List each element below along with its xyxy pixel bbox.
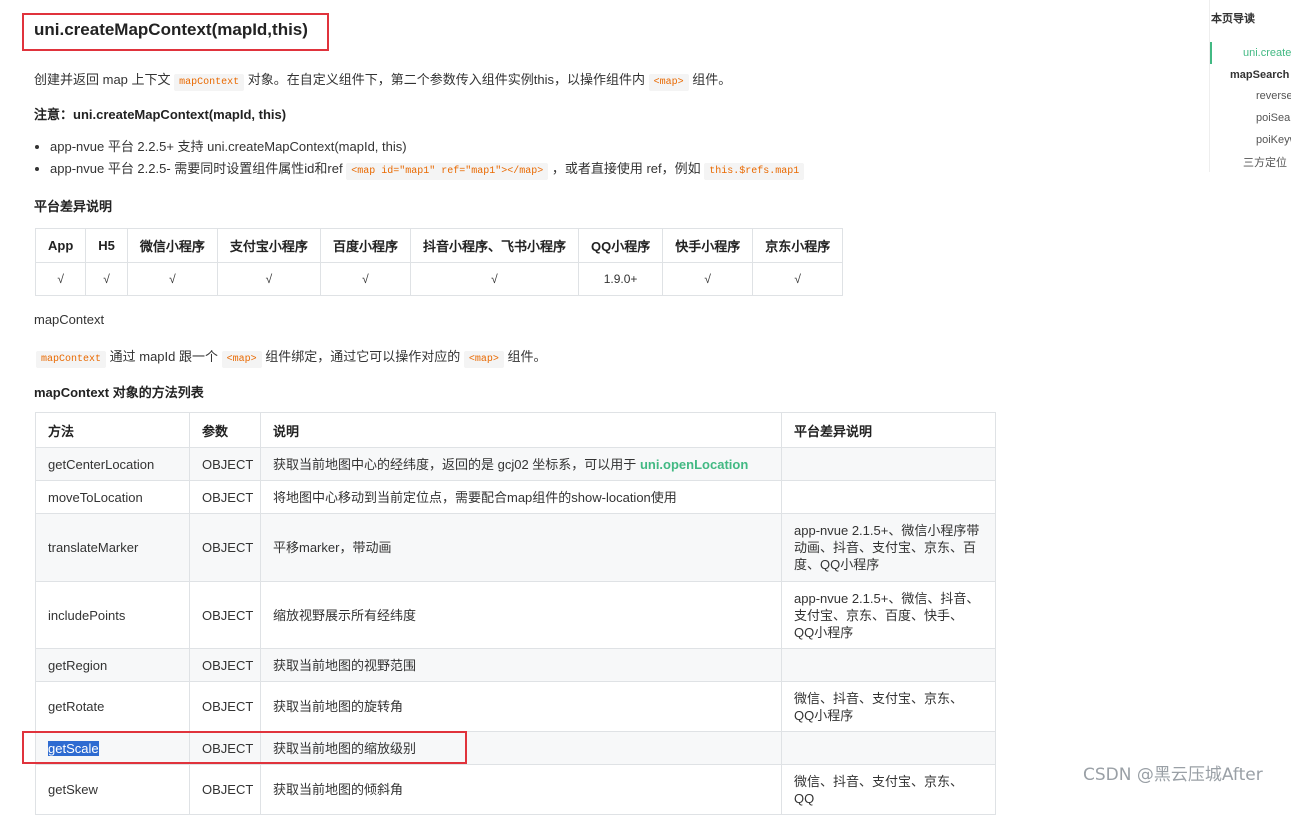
note-label: 注意： — [34, 107, 74, 122]
desc-text: 获取当前地图中心的经纬度，返回的是 gcj02 坐标系，可以用于 — [273, 456, 637, 472]
table-header-cell: H5 — [85, 228, 128, 263]
table-row: includePoints OBJECT 缩放视野展示所有经纬度 app-nvu… — [35, 581, 996, 649]
method-cell: includePoints — [35, 581, 190, 649]
desc-cell: 获取当前地图中心的经纬度，返回的是 gcj02 坐标系，可以用于 uni.ope… — [260, 447, 782, 481]
table-header-cell: 百度小程序 — [319, 228, 411, 263]
toc-item-uni-create[interactable]: uni.create — [1243, 47, 1291, 59]
table-cell: √ — [126, 262, 218, 296]
table-cell: 1.9.0+ — [577, 262, 664, 296]
intro-text-prefix: 创建并返回 map 上下文 — [34, 72, 171, 87]
open-location-link[interactable]: uni.openLocation — [640, 457, 748, 472]
method-cell: moveToLocation — [35, 480, 190, 514]
table-row: getCenterLocation OBJECT 获取当前地图中心的经纬度，返回… — [35, 447, 996, 481]
table-header-cell: 微信小程序 — [126, 228, 218, 263]
toc-active-indicator — [1210, 42, 1212, 64]
note-paragraph: 注意：uni.createMapContext(mapId, this) — [34, 104, 286, 123]
desc-text-3: 组件。 — [507, 349, 547, 364]
table-row: moveToLocation OBJECT 将地图中心移动到当前定位点，需要配合… — [35, 480, 996, 514]
table-cell: √ — [662, 262, 754, 296]
mapcontext-description: mapContext 通过 mapId 跟一个 <map> 组件绑定，通过它可以… — [36, 346, 547, 368]
table-header-cell: 支付宝小程序 — [216, 228, 321, 263]
desc-cell: 获取当前地图的旋转角 — [260, 681, 782, 732]
table-cell: √ — [85, 262, 128, 296]
csdn-watermark: CSDN @黑云压城After — [1083, 765, 1263, 785]
param-cell: OBJECT — [189, 581, 261, 649]
desc-text-2: 组件绑定，通过它可以操作对应的 — [265, 349, 461, 364]
desc-cell: 将地图中心移动到当前定位点，需要配合map组件的show-location使用 — [260, 480, 782, 514]
toc-item-poisearch[interactable]: poiSear — [1256, 112, 1291, 124]
mapcontext-label: mapContext — [34, 312, 105, 327]
list-item: app-nvue 平台 2.2.5+ 支持 uni.createMapConte… — [50, 137, 804, 159]
method-cell: getCenterLocation — [35, 447, 190, 481]
table-header-cell: 参数 — [189, 412, 261, 448]
table-cell: √ — [752, 262, 844, 296]
platform-heading: 平台差异说明 — [34, 199, 113, 214]
platform-cell — [781, 480, 996, 514]
intro-paragraph: 创建并返回 map 上下文 mapContext 对象。在自定义组件下，第二个参… — [34, 69, 732, 91]
getscale-highlight-box — [22, 731, 467, 764]
table-cell: √ — [409, 262, 579, 296]
note-bullet-list: app-nvue 平台 2.2.5+ 支持 uni.createMapConte… — [32, 137, 805, 181]
toc-item-third-party-location[interactable]: 三方定位 — [1243, 154, 1287, 170]
platform-cell: app-nvue 2.1.5+、微信、抖音、支付宝、京东、百度、快手、QQ小程序 — [781, 581, 996, 649]
toc-item-reverse[interactable]: reverse — [1256, 90, 1291, 102]
table-header-cell: 方法 — [35, 412, 190, 448]
platform-cell: 微信、抖音、支付宝、京东、QQ小程序 — [781, 681, 996, 732]
method-cell: translateMarker — [35, 513, 190, 582]
page-title: uni.createMapContext(mapId,this) — [34, 20, 308, 39]
table-header-cell: 京东小程序 — [752, 228, 844, 263]
table-cell: √ — [34, 262, 87, 296]
platform-cell — [781, 731, 996, 765]
desc-code-mapcontext: mapContext — [36, 351, 107, 368]
table-row: getRotate OBJECT 获取当前地图的旋转角 微信、抖音、支付宝、京东… — [35, 681, 996, 732]
table-of-contents: 本页导读 uni.create mapSearch reverse poiSea… — [1209, 0, 1291, 172]
bullet-2-text: app-nvue 平台 2.2.5- 需要同时设置组件属性id和ref — [50, 161, 343, 176]
toc-title: 本页导读 — [1211, 13, 1255, 25]
param-cell: OBJECT — [189, 480, 261, 514]
table-header-cell: QQ小程序 — [577, 228, 664, 263]
desc-code-map-2: <map> — [463, 351, 504, 368]
table-header-cell: 平台差异说明 — [781, 412, 996, 448]
desc-code-map: <map> — [221, 351, 262, 368]
intro-code-mapcontext: mapContext — [174, 74, 245, 91]
desc-cell: 缩放视野展示所有经纬度 — [260, 581, 782, 649]
intro-text-middle: 对象。在自定义组件下，第二个参数传入组件实例this，以操作组件内 — [247, 72, 646, 87]
table-cell: √ — [216, 262, 321, 296]
method-cell: getRegion — [35, 648, 190, 682]
list-item: app-nvue 平台 2.2.5- 需要同时设置组件属性id和ref <map… — [50, 159, 805, 181]
table-header-cell: 快手小程序 — [662, 228, 754, 263]
desc-cell: 获取当前地图的视野范围 — [260, 648, 782, 682]
intro-text-suffix: 组件。 — [692, 72, 732, 87]
table-row: translateMarker OBJECT 平移marker，带动画 app-… — [35, 513, 996, 582]
table-header-row: 方法 参数 说明 平台差异说明 — [35, 412, 996, 448]
table-header-cell: 抖音小程序、飞书小程序 — [409, 228, 579, 263]
doc-content: uni.createMapContext(mapId,this) 创建并返回 m… — [0, 0, 1200, 815]
table-header-cell: App — [34, 228, 87, 263]
platform-table: App H5 微信小程序 支付宝小程序 百度小程序 抖音小程序、飞书小程序 QQ… — [34, 228, 844, 296]
method-cell: getRotate — [35, 681, 190, 732]
param-cell: OBJECT — [189, 513, 261, 582]
param-cell: OBJECT — [189, 447, 261, 481]
bullet-2-code: <map id="map1" ref="map1"></map> — [346, 163, 549, 180]
bullet-1-text: app-nvue 平台 2.2.5+ 支持 uni.createMapConte… — [50, 139, 407, 154]
table-cell: √ — [319, 262, 411, 296]
bullet-2-code-refs: this.$refs.map1 — [704, 163, 805, 180]
table-header-cell: 说明 — [260, 412, 782, 448]
intro-code-map: <map> — [648, 74, 689, 91]
platform-cell — [781, 447, 996, 481]
note-text: uni.createMapContext(mapId, this) — [73, 107, 287, 122]
param-cell: OBJECT — [189, 681, 261, 732]
param-cell: OBJECT — [189, 648, 261, 682]
table-header-row: App H5 微信小程序 支付宝小程序 百度小程序 抖音小程序、飞书小程序 QQ… — [34, 228, 844, 263]
bullet-2-middle: ，或者直接使用 ref，例如 — [551, 161, 701, 176]
methods-heading: mapContext 对象的方法列表 — [34, 385, 204, 400]
platform-cell: app-nvue 2.1.5+、微信小程序带动画、抖音、支付宝、京东、百度、QQ… — [781, 513, 996, 582]
desc-text-1: 通过 mapId 跟一个 — [109, 349, 218, 364]
toc-item-mapsearch[interactable]: mapSearch — [1230, 69, 1289, 81]
toc-item-poikeyword[interactable]: poiKeyw — [1256, 134, 1291, 146]
table-row: getRegion OBJECT 获取当前地图的视野范围 — [35, 648, 996, 682]
platform-cell — [781, 648, 996, 682]
desc-cell: 平移marker，带动画 — [260, 513, 782, 582]
table-row: √ √ √ √ √ √ 1.9.0+ √ √ — [34, 262, 844, 296]
